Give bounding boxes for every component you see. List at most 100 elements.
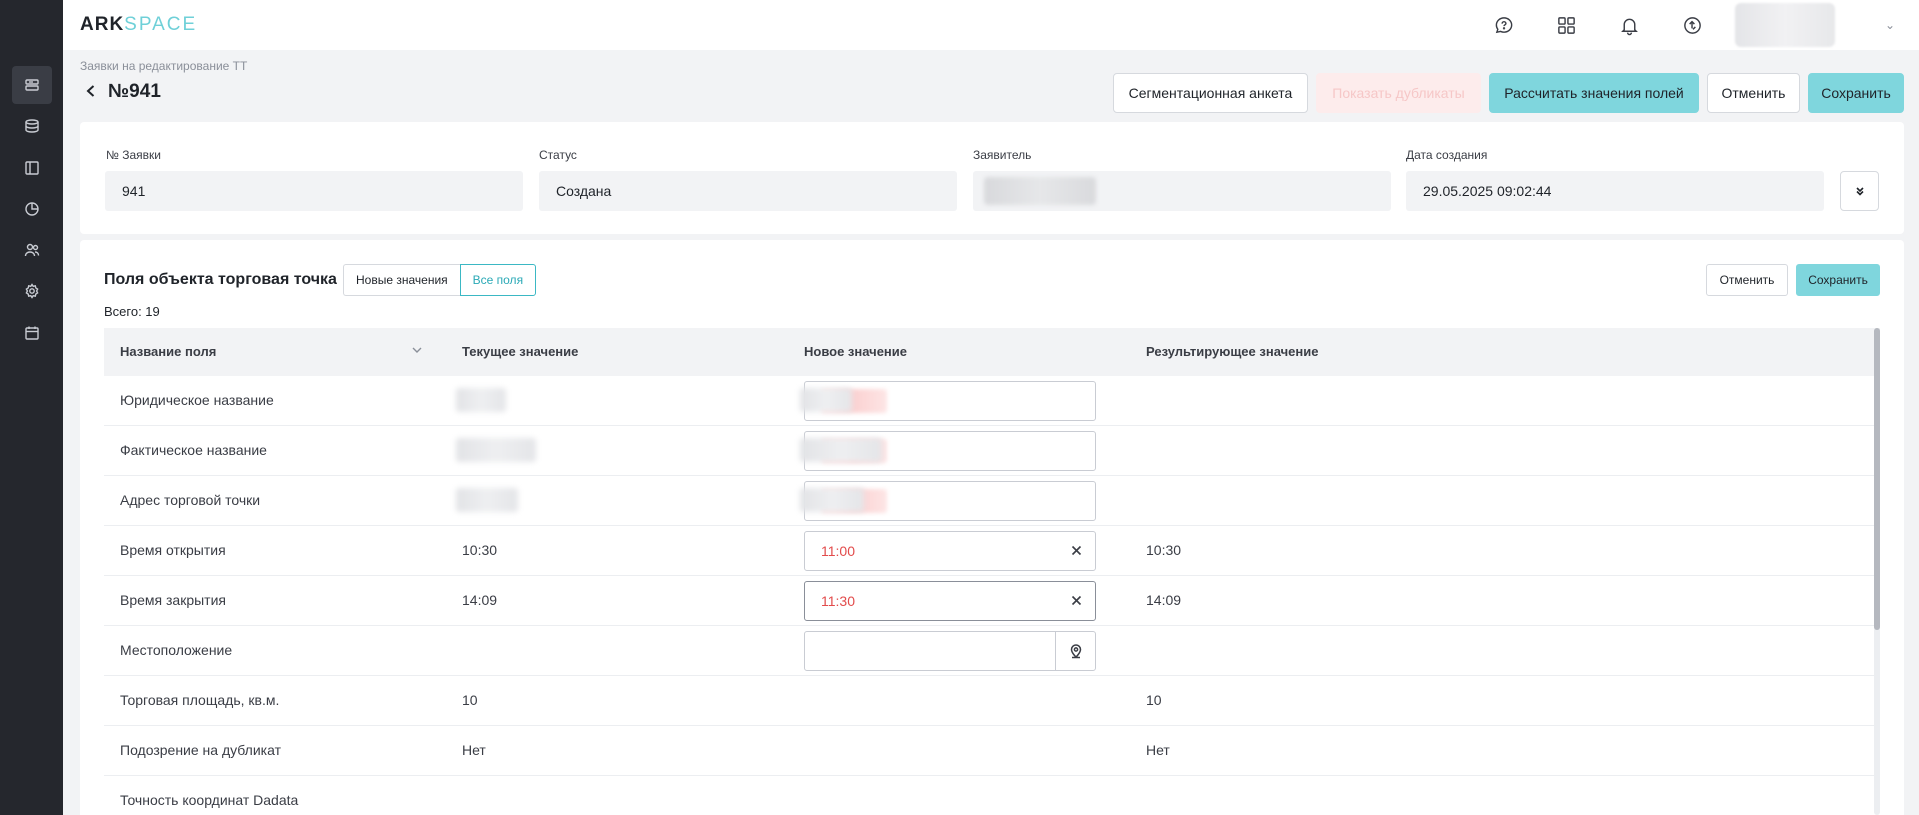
current-value: Нет bbox=[462, 742, 486, 758]
breadcrumb[interactable]: Заявки на редактирование ТТ bbox=[80, 59, 247, 73]
top-bar: ARKSPACE ⌄ bbox=[63, 0, 1919, 50]
bell-icon bbox=[1620, 18, 1638, 35]
close-icon bbox=[1071, 595, 1082, 606]
chevron-down-icon bbox=[412, 347, 422, 353]
current-value-redacted bbox=[456, 488, 518, 512]
result-value-redacted bbox=[800, 388, 852, 412]
column-current-header: Текущее значение bbox=[462, 344, 579, 359]
column-sort-button[interactable] bbox=[410, 343, 424, 360]
table-row: Время открытия 10:30 11:00 10:30 bbox=[104, 526, 1880, 576]
cancel-button[interactable]: Отменить bbox=[1707, 73, 1800, 113]
field-name: Местоположение bbox=[120, 642, 233, 658]
view-toggle: Новые значения Все поля bbox=[343, 264, 537, 296]
chevron-down-icon[interactable]: ⌄ bbox=[1885, 18, 1895, 32]
applicant-field bbox=[973, 171, 1391, 211]
field-name: Подозрение на дубликат bbox=[120, 742, 281, 758]
apps-grid-button[interactable] bbox=[1554, 13, 1578, 37]
notifications-button[interactable] bbox=[1617, 13, 1641, 37]
sync-button[interactable] bbox=[1680, 13, 1704, 37]
save-button[interactable]: Сохранить bbox=[1808, 73, 1904, 113]
scrollbar-thumb[interactable] bbox=[1874, 328, 1880, 630]
calculate-fields-button[interactable]: Рассчитать значения полей bbox=[1489, 73, 1699, 113]
current-value: 14:09 bbox=[462, 592, 498, 608]
closing-time-input[interactable]: 11:30 bbox=[804, 581, 1096, 621]
close-icon bbox=[1071, 545, 1082, 556]
table-header: Название поля Текущее значение Новое зна… bbox=[104, 328, 1880, 376]
field-name: Юридическое название bbox=[120, 392, 274, 408]
total-count: Всего: 19 bbox=[104, 304, 160, 319]
clear-button[interactable] bbox=[1070, 544, 1083, 560]
request-info-card: № Заявки 941 Статус Создана Заявитель Да… bbox=[80, 122, 1904, 234]
result-value: 10:30 bbox=[1146, 542, 1182, 558]
back-arrow-icon bbox=[86, 84, 95, 97]
table-row: Подозрение на дубликат Нет Нет bbox=[104, 726, 1880, 776]
column-result-header: Результирующее значение bbox=[1146, 344, 1319, 359]
settings-icon bbox=[25, 283, 39, 299]
clear-button[interactable] bbox=[1070, 594, 1083, 610]
sidebar-item-requests[interactable] bbox=[12, 66, 52, 104]
current-value: 10 bbox=[462, 692, 478, 708]
status-label: Статус bbox=[539, 148, 577, 162]
result-value: Нет bbox=[1146, 742, 1170, 758]
map-pin-icon bbox=[1070, 644, 1081, 659]
request-no-label: № Заявки bbox=[106, 148, 161, 162]
result-value-redacted bbox=[800, 438, 882, 462]
table-row: Адрес торговой точки bbox=[104, 476, 1880, 526]
field-name: Адрес торговой точки bbox=[120, 492, 261, 508]
fields-card: Поля объекта торговая точка Новые значен… bbox=[80, 240, 1904, 815]
current-value-redacted bbox=[456, 388, 506, 412]
page-title-row: №941 bbox=[84, 81, 161, 103]
result-value-redacted bbox=[800, 488, 864, 512]
back-button[interactable] bbox=[84, 84, 98, 101]
opening-time-input[interactable]: 11:00 bbox=[804, 531, 1096, 571]
location-input[interactable] bbox=[804, 631, 1096, 671]
requests-icon bbox=[25, 79, 39, 91]
database-icon bbox=[25, 119, 39, 133]
sidebar-item-users[interactable] bbox=[12, 231, 52, 269]
user-menu[interactable] bbox=[1735, 3, 1835, 47]
table-row: Торговая площадь, кв.м. 10 10 bbox=[104, 676, 1880, 726]
help-chat-button[interactable] bbox=[1492, 13, 1516, 37]
expand-button[interactable] bbox=[1840, 171, 1879, 211]
sync-icon bbox=[1683, 16, 1701, 34]
toggle-all-fields[interactable]: Все поля bbox=[459, 264, 537, 296]
field-name: Точность координат Dadata bbox=[120, 792, 299, 808]
toggle-new-values[interactable]: Новые значения bbox=[343, 264, 460, 296]
layout-icon bbox=[25, 161, 39, 175]
table-row: Местоположение bbox=[104, 626, 1880, 676]
users-icon bbox=[24, 243, 40, 257]
app-logo[interactable]: ARKSPACE bbox=[80, 14, 197, 36]
show-duplicates-button[interactable]: Показать дубликаты bbox=[1316, 73, 1481, 113]
current-value: 10:30 bbox=[462, 542, 498, 558]
fields-save-button[interactable]: Сохранить bbox=[1796, 264, 1880, 296]
sidebar-item-calendar[interactable] bbox=[12, 314, 52, 352]
apps-grid-icon bbox=[1557, 16, 1575, 34]
sidebar-item-settings[interactable] bbox=[12, 272, 52, 310]
chevrons-down-icon bbox=[1855, 187, 1864, 196]
sidebar bbox=[0, 0, 63, 815]
status-field: Создана bbox=[539, 171, 957, 211]
sidebar-item-database[interactable] bbox=[12, 107, 52, 145]
table-row: Фактическое название bbox=[104, 426, 1880, 476]
table-scrollbar[interactable] bbox=[1874, 328, 1880, 815]
fields-cancel-button[interactable]: Отменить bbox=[1706, 264, 1788, 296]
pick-location-button[interactable] bbox=[1055, 632, 1095, 670]
column-name-header[interactable]: Название поля bbox=[120, 344, 216, 359]
new-value: 11:00 bbox=[821, 543, 855, 559]
request-no-field: 941 bbox=[105, 171, 523, 211]
created-date-field: 29.05.2025 09:02:44 bbox=[1406, 171, 1824, 211]
sidebar-item-reports[interactable] bbox=[12, 190, 52, 228]
section-title: Поля объекта торговая точка bbox=[104, 271, 337, 288]
field-name: Время открытия bbox=[120, 542, 226, 558]
table-row: Время закрытия 14:09 11:30 14:09 bbox=[104, 576, 1880, 626]
segmentation-button[interactable]: Сегментационная анкета bbox=[1113, 73, 1308, 113]
sidebar-item-layout[interactable] bbox=[12, 149, 52, 187]
column-new-header: Новое значение bbox=[804, 344, 908, 359]
created-date-label: Дата создания bbox=[1406, 148, 1488, 162]
field-name: Время закрытия bbox=[120, 592, 226, 608]
result-value: 14:09 bbox=[1146, 592, 1182, 608]
applicant-label: Заявитель bbox=[973, 148, 1032, 162]
calendar-icon bbox=[25, 326, 39, 340]
current-value-redacted bbox=[456, 438, 536, 462]
field-name: Фактическое название bbox=[120, 442, 267, 458]
